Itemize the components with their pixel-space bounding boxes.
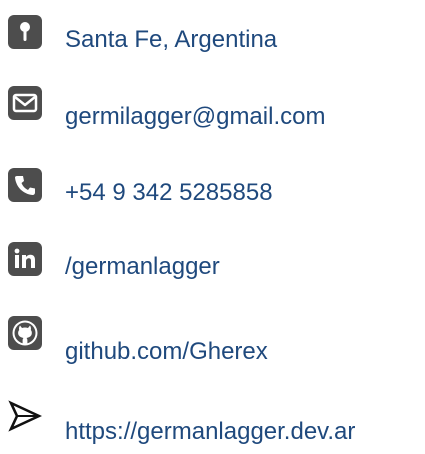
contact-list: Santa Fe, Argentina germilagger@gmail.co… [0, 0, 425, 454]
linkedin-link[interactable]: /germanlagger [65, 253, 220, 281]
website-link[interactable]: https://germanlagger.dev.ar [65, 418, 355, 446]
location-label[interactable]: Santa Fe, Argentina [65, 26, 277, 54]
contact-row-website: https://germanlagger.dev.ar [0, 400, 425, 452]
contact-row-phone: +54 9 342 5285858 [0, 168, 425, 218]
email-link[interactable]: germilagger@gmail.com [65, 103, 325, 131]
linkedin-icon [8, 242, 42, 276]
github-icon [8, 316, 42, 350]
contact-row-github: github.com/Gherex [0, 316, 425, 366]
contact-row-location: Santa Fe, Argentina [0, 15, 425, 65]
github-link[interactable]: github.com/Gherex [65, 338, 268, 366]
arrow-pointer-icon [8, 400, 42, 432]
phone-link[interactable]: +54 9 342 5285858 [65, 179, 273, 207]
envelope-icon [8, 86, 42, 120]
contact-row-linkedin: /germanlagger [0, 242, 425, 292]
phone-icon [8, 168, 42, 202]
contact-row-email: germilagger@gmail.com [0, 86, 425, 139]
location-pin-icon [8, 15, 42, 49]
